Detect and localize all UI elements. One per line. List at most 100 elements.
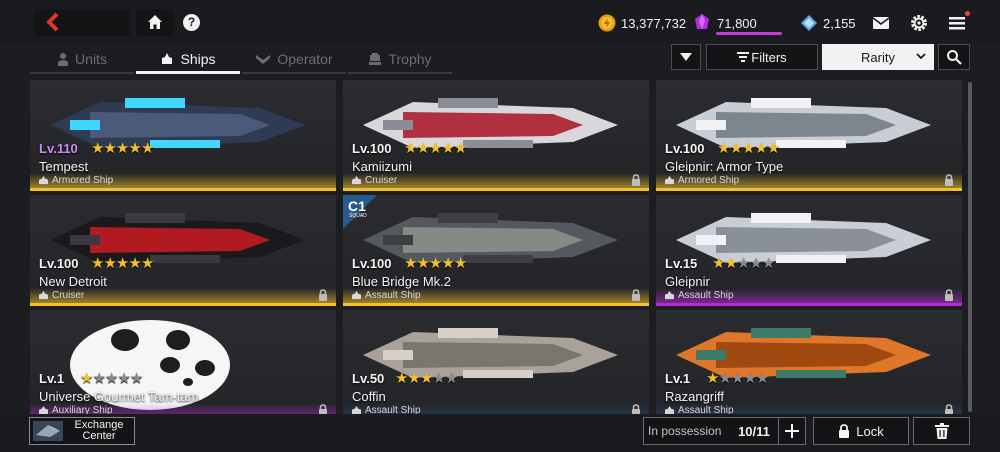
crystal-icon bbox=[695, 14, 709, 29]
star-filled-icon: ★ bbox=[80, 370, 93, 387]
star-rating: ★★★★★ bbox=[80, 370, 143, 387]
crystals-display: 71,800 bbox=[692, 12, 782, 35]
ship-card[interactable]: C1 SQUAD Lv.100 ★★★★★ Blue Bridge Mk.2 Assaul… bbox=[343, 195, 649, 306]
ship-card[interactable]: Lv.1 ★★★★★ Razangriff Assault Ship bbox=[656, 310, 962, 414]
chevron-down-icon bbox=[680, 53, 692, 61]
star-filled-icon: ★ bbox=[395, 370, 408, 387]
ship-level: Lv.100 bbox=[39, 256, 79, 271]
ship-class-icon bbox=[352, 176, 361, 185]
ship-type: Auxiliary Ship bbox=[39, 405, 113, 414]
star-empty-icon: ★ bbox=[718, 370, 731, 387]
lock-button[interactable]: Lock bbox=[813, 417, 909, 445]
help-icon[interactable]: ? bbox=[183, 14, 200, 31]
star-rating: ★★★★★ bbox=[717, 140, 780, 157]
ship-name: Gleipnir bbox=[665, 274, 710, 289]
ship-name: Universe Gourmet Tam-tam bbox=[39, 389, 199, 404]
unit-icon bbox=[58, 53, 69, 66]
ship-type-label: Auxiliary Ship bbox=[52, 405, 113, 414]
back-button[interactable] bbox=[34, 9, 130, 36]
search-button[interactable] bbox=[938, 44, 970, 70]
star-filled-icon: ★ bbox=[717, 140, 730, 157]
star-empty-icon: ★ bbox=[444, 370, 458, 387]
exchange-center-button[interactable]: Exchange Center bbox=[29, 417, 135, 445]
ship-type: Assault Ship bbox=[352, 290, 421, 301]
star-rating: ★★★★★ bbox=[404, 140, 467, 157]
tab-ships-label: Ships bbox=[180, 50, 216, 67]
star-empty-icon: ★ bbox=[736, 255, 750, 272]
tab-operator-label: Operator bbox=[277, 51, 333, 67]
grid-scrollbar[interactable] bbox=[968, 82, 972, 412]
mail-icon[interactable] bbox=[872, 14, 890, 32]
ship-card[interactable]: Lv.100 ★★★★★ Kamiizumi Cruiser bbox=[343, 80, 649, 191]
star-filled-icon: ★ bbox=[724, 255, 737, 272]
tab-units[interactable]: Units bbox=[30, 46, 134, 74]
search-icon bbox=[947, 50, 962, 65]
star-rating: ★★★★★ bbox=[395, 370, 458, 387]
ship-name: Razangriff bbox=[665, 389, 725, 404]
filters-label: Filters bbox=[751, 49, 787, 65]
star-filled-icon: ★ bbox=[441, 140, 454, 157]
ship-level: Lv.1 bbox=[39, 371, 65, 386]
delete-button[interactable] bbox=[913, 417, 970, 445]
ship-type-label: Cruiser bbox=[52, 290, 85, 301]
home-button[interactable] bbox=[136, 9, 174, 36]
ship-card[interactable]: Lv.1 ★★★★★ Universe Gourmet Tam-tam Auxilia… bbox=[30, 310, 336, 414]
star-filled-icon: ★ bbox=[428, 255, 442, 272]
sort-select[interactable]: Rarity bbox=[822, 44, 934, 70]
tab-operator[interactable]: Operator bbox=[242, 46, 346, 74]
star-filled-icon: ★ bbox=[453, 255, 467, 272]
sort-order-button[interactable] bbox=[671, 44, 701, 70]
star-rating: ★★★★★ bbox=[706, 370, 769, 387]
ship-card[interactable]: Lv.15 ★★★★★ Gleipnir Assault Ship bbox=[656, 195, 962, 306]
trash-icon bbox=[935, 423, 949, 439]
star-filled-icon: ★ bbox=[128, 140, 141, 157]
diamonds-value: 2,155 bbox=[823, 15, 856, 31]
ship-level: Lv.110 bbox=[39, 141, 78, 156]
menu-icon[interactable] bbox=[948, 14, 966, 32]
star-filled-icon: ★ bbox=[115, 255, 129, 272]
ship-name: Kamiizumi bbox=[352, 159, 412, 174]
ship-name: Tempest bbox=[39, 159, 89, 174]
possession-counter: In possession 10/11 bbox=[643, 417, 806, 445]
crystal-progress-bar bbox=[716, 32, 782, 35]
ship-class-icon bbox=[39, 176, 48, 185]
ship-card[interactable]: Lv.100 ★★★★★ Gleipnir: Armor Type Armored S… bbox=[656, 80, 962, 191]
squad-badge-sublabel: SQUAD bbox=[349, 213, 367, 219]
ship-card[interactable]: Lv.110 ★★★★★ Tempest Armored Ship bbox=[30, 80, 336, 191]
back-icon bbox=[46, 12, 59, 32]
settings-gear-icon[interactable] bbox=[910, 14, 928, 32]
ship-type-label: Cruiser bbox=[365, 175, 398, 186]
tab-ships[interactable]: Ships bbox=[136, 46, 240, 74]
ship-level: Lv.50 bbox=[352, 371, 385, 386]
home-icon bbox=[148, 15, 162, 29]
ship-type: Assault Ship bbox=[665, 405, 734, 414]
ship-name: New Detroit bbox=[39, 274, 107, 289]
lock-icon bbox=[319, 289, 327, 301]
star-filled-icon: ★ bbox=[103, 255, 116, 272]
star-filled-icon: ★ bbox=[766, 140, 780, 157]
chevron-down-icon bbox=[916, 53, 926, 60]
filters-button[interactable]: Filters bbox=[706, 44, 818, 70]
ship-class-icon bbox=[39, 406, 48, 414]
ship-card[interactable]: Lv.100 ★★★★★ New Detroit Cruiser bbox=[30, 195, 336, 306]
ship-type: Assault Ship bbox=[665, 290, 734, 301]
star-filled-icon: ★ bbox=[115, 140, 129, 157]
credits-value: 13,377,732 bbox=[621, 15, 687, 31]
star-filled-icon: ★ bbox=[706, 370, 719, 387]
crystals-value: 71,800 bbox=[717, 15, 757, 31]
ship-class-icon bbox=[39, 291, 48, 300]
star-empty-icon: ★ bbox=[92, 370, 105, 387]
tab-trophy[interactable]: Trophy bbox=[348, 46, 452, 74]
star-filled-icon: ★ bbox=[754, 140, 767, 157]
expand-capacity-button[interactable] bbox=[778, 418, 805, 444]
star-empty-icon: ★ bbox=[104, 370, 118, 387]
star-rating: ★★★★★ bbox=[91, 140, 154, 157]
ship-card[interactable]: Lv.50 ★★★★★ Coffin Assault Ship bbox=[343, 310, 649, 414]
star-rating: ★★★★★ bbox=[91, 255, 154, 272]
star-filled-icon: ★ bbox=[729, 140, 742, 157]
possession-count: 10/11 bbox=[738, 423, 770, 439]
ship-name: Coffin bbox=[352, 389, 386, 404]
star-empty-icon: ★ bbox=[129, 370, 143, 387]
possession-label: In possession bbox=[648, 424, 722, 438]
ship-type-label: Assault Ship bbox=[678, 290, 734, 301]
